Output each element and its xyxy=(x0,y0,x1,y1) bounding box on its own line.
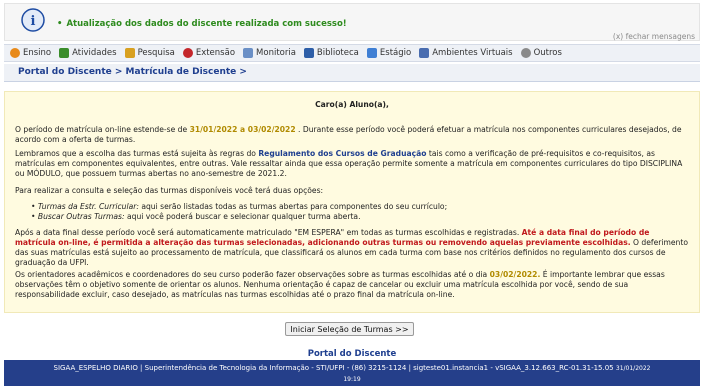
biblioteca-icon xyxy=(303,48,314,58)
portal-discente-link[interactable]: Portal do Discente xyxy=(0,349,704,359)
pesquisa-icon xyxy=(124,48,135,58)
main-menu: Ensino Atividades Pesquisa Extensão Moni… xyxy=(4,44,700,62)
advisors-paragraph: Os orientadores acadêmicos e coordenador… xyxy=(15,270,665,299)
info-icon: i xyxy=(21,8,45,32)
menu-item-ensino[interactable]: Ensino xyxy=(10,48,51,58)
atividades-icon xyxy=(59,48,70,58)
greeting: Caro(a) Aluno(a), xyxy=(315,100,389,109)
rules-paragraph: Lembramos que a escolha das turmas está … xyxy=(15,149,683,178)
footer: SIGAA_ESPELHO DIARIO | Superintendência … xyxy=(4,360,700,386)
menu-item-estagio[interactable]: Estágio xyxy=(366,48,411,58)
menu-item-biblioteca[interactable]: Biblioteca xyxy=(303,48,359,58)
menu-item-atividades[interactable]: Atividades xyxy=(59,48,117,58)
start-selection-button[interactable]: Iniciar Seleção de Turmas >> xyxy=(285,322,414,336)
ensino-icon xyxy=(10,48,20,58)
success-message-box: i • Atualização dos dados do discente rea… xyxy=(4,3,700,41)
close-messages-link[interactable]: (x) fechar mensagens xyxy=(613,32,695,41)
options-intro: Para realizar a consulta e seleção das t… xyxy=(15,186,324,195)
menu-item-monitoria[interactable]: Monitoria xyxy=(243,48,296,58)
ambientes-virtuais-icon xyxy=(419,48,430,58)
success-message: • Atualização dos dados do discente reali… xyxy=(57,19,347,29)
monitoria-icon xyxy=(243,48,254,58)
footer-date: 31/01/2022 xyxy=(615,365,651,372)
breadcrumb: Portal do Discente > Matrícula de Discen… xyxy=(4,64,700,82)
extensao-icon xyxy=(182,48,193,58)
regulamento-link[interactable]: Regulamento dos Cursos de Graduação xyxy=(258,149,426,158)
option-buscar-outras-turmas: • Buscar Outras Turmas: aqui você poderá… xyxy=(31,212,361,221)
waiting-status-paragraph: Após a data final desse período você ser… xyxy=(15,228,688,267)
menu-item-extensao[interactable]: Extensão xyxy=(182,48,235,58)
outros-icon xyxy=(520,48,531,58)
menu-item-pesquisa[interactable]: Pesquisa xyxy=(124,48,175,58)
footer-time: 19:19 xyxy=(343,376,361,383)
svg-text:i: i xyxy=(31,14,36,29)
footer-info: SIGAA_ESPELHO DIARIO | Superintendência … xyxy=(53,364,614,372)
menu-item-ambientes-virtuais[interactable]: Ambientes Virtuais xyxy=(419,48,513,58)
enrollment-info-panel: Caro(a) Aluno(a), O período de matrícula… xyxy=(4,91,700,313)
period-paragraph: O período de matrícula on-line estende-s… xyxy=(15,125,682,144)
option-turmas-estr-curricular: • Turmas da Estr. Curricular: aqui serão… xyxy=(31,202,448,211)
menu-item-outros[interactable]: Outros xyxy=(520,48,562,58)
estagio-icon xyxy=(366,48,377,58)
